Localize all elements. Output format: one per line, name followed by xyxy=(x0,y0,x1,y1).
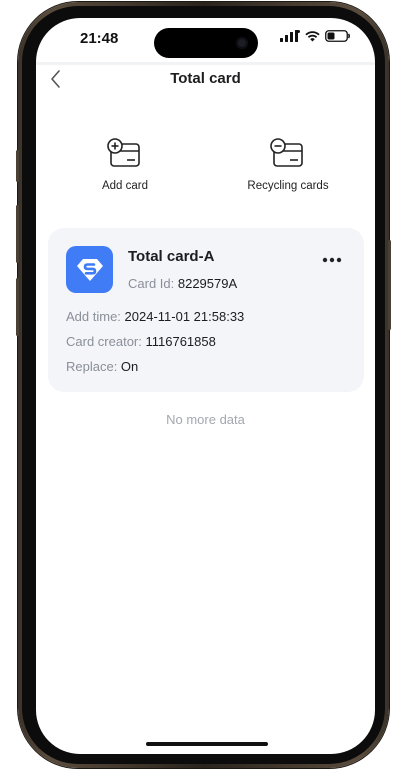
app-screen: 21:48 Total card Add card Recycling card… xyxy=(36,18,375,754)
add-card-icon xyxy=(107,138,140,167)
nav-bar: Total card xyxy=(36,62,375,95)
card-id-value: 8229579A xyxy=(177,276,238,291)
status-icons xyxy=(280,30,351,42)
card-logo xyxy=(66,246,113,293)
card-id-label: Card Id: xyxy=(128,276,178,291)
phone-volume-down-button xyxy=(16,278,19,336)
add-time-label: Add time: xyxy=(66,309,125,324)
recycling-cards-button[interactable]: Recycling cards xyxy=(233,138,343,192)
battery-icon xyxy=(325,30,350,42)
card-item[interactable]: Total card-A Card Id: 8229579A Add time:… xyxy=(48,228,364,392)
page-title: Total card xyxy=(170,70,241,87)
replace-row: Replace: On xyxy=(66,359,138,374)
replace-label: Replace: xyxy=(66,359,121,374)
replace-value: On xyxy=(120,359,139,374)
phone-volume-up-button xyxy=(16,205,19,263)
diamond-s-icon xyxy=(76,258,103,281)
more-dots-icon xyxy=(322,257,342,263)
add-time-row: Add time: 2024-11-01 21:58:33 xyxy=(66,309,244,324)
add-card-label: Add card xyxy=(101,180,149,192)
wifi-icon xyxy=(305,31,320,42)
card-creator-label: Card creator: xyxy=(66,334,146,349)
phone-power-button xyxy=(388,240,391,330)
status-time: 21:48 xyxy=(80,30,119,47)
card-creator-row: Card creator: 1116761858 xyxy=(66,334,216,349)
add-card-button[interactable]: Add card xyxy=(70,138,180,192)
card-id-row: Card Id: 8229579A xyxy=(128,276,237,291)
phone-side-button xyxy=(16,150,19,182)
recycling-cards-label: Recycling cards xyxy=(247,180,329,192)
card-creator-value: 1116761858 xyxy=(145,334,216,349)
more-options-button[interactable] xyxy=(320,252,344,268)
home-indicator[interactable] xyxy=(146,742,268,746)
cellular-signal-icon xyxy=(280,30,300,42)
camera-icon xyxy=(236,37,248,49)
dynamic-island xyxy=(154,28,258,58)
remove-card-icon xyxy=(270,138,303,167)
add-time-value: 2024-11-01 21:58:33 xyxy=(124,309,245,324)
card-name: Total card-A xyxy=(128,248,215,265)
no-more-data-text: No more data xyxy=(166,412,245,427)
